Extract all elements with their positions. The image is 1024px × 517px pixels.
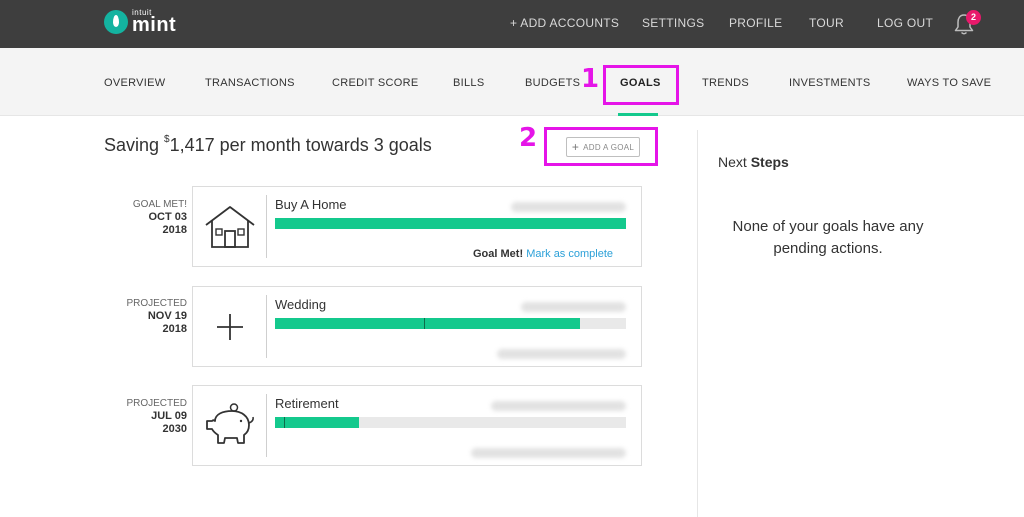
logo-text: intuit mint bbox=[132, 9, 177, 36]
next-steps-title: Next Steps bbox=[718, 154, 789, 170]
savings-summary: Saving $1,417 per month towards 3 goals bbox=[104, 134, 432, 156]
mint-logo[interactable]: intuit mint bbox=[104, 9, 176, 35]
goal-amount-blurred bbox=[521, 302, 626, 312]
active-tab-indicator bbox=[618, 113, 658, 116]
goal-card-wedding[interactable]: Wedding bbox=[192, 286, 642, 367]
goal-date-month-day: JUL 09 bbox=[151, 410, 187, 422]
goal-amount-blurred bbox=[491, 401, 626, 411]
goal-met-text: Goal Met! Mark as complete bbox=[473, 248, 613, 260]
tab-bills[interactable]: BILLS bbox=[453, 77, 484, 89]
goal-card-retirement[interactable]: Retirement bbox=[192, 385, 642, 466]
summary-currency: $ bbox=[164, 134, 170, 145]
main-nav: OVERVIEW TRANSACTIONS CREDIT SCORE BILLS… bbox=[0, 48, 1024, 116]
goal-date-year: 2018 bbox=[162, 224, 187, 236]
goal-date-month-day: OCT 03 bbox=[148, 211, 187, 223]
logo-mint: mint bbox=[132, 14, 177, 36]
goal-projection-blurred bbox=[497, 349, 626, 359]
settings-link[interactable]: SETTINGS bbox=[642, 16, 704, 30]
tab-overview[interactable]: OVERVIEW bbox=[104, 77, 166, 89]
goal-divider bbox=[266, 394, 267, 457]
goal-name: Wedding bbox=[275, 297, 327, 312]
goal-status-retirement: PROJECTED JUL 09 2030 bbox=[104, 397, 187, 436]
house-icon bbox=[193, 187, 267, 266]
tab-credit-score[interactable]: CREDIT SCORE bbox=[332, 77, 419, 89]
goal-progress-marker bbox=[424, 318, 426, 329]
goal-name: Retirement bbox=[275, 396, 339, 411]
goal-divider bbox=[266, 295, 267, 358]
annotation-number-2: 2 bbox=[519, 123, 538, 153]
no-pending-actions-message: None of your goals have any pending acti… bbox=[732, 218, 924, 257]
goal-status-label: GOAL MET! bbox=[132, 199, 187, 210]
goal-progress-bar bbox=[275, 318, 626, 329]
tab-budgets[interactable]: BUDGETS bbox=[525, 77, 580, 89]
goal-card-buy-a-home[interactable]: Buy A Home Goal Met! Mark as complete bbox=[192, 186, 642, 267]
add-goal-button[interactable]: + ADD A GOAL bbox=[566, 137, 640, 157]
goal-progress-fill bbox=[275, 218, 626, 229]
tab-ways-to-save[interactable]: WAYS TO SAVE bbox=[907, 77, 991, 89]
goal-date-year: 2030 bbox=[162, 423, 187, 435]
plus-icon: + bbox=[571, 140, 580, 154]
tour-link[interactable]: TOUR bbox=[809, 16, 844, 30]
notification-badge: 2 bbox=[966, 10, 981, 25]
mint-leaf-icon bbox=[104, 10, 128, 34]
profile-link[interactable]: PROFILE bbox=[729, 16, 782, 30]
goal-progress-bar bbox=[275, 218, 626, 229]
tab-trends[interactable]: TRENDS bbox=[702, 77, 749, 89]
goal-name: Buy A Home bbox=[275, 197, 347, 212]
goal-status-label: PROJECTED bbox=[126, 298, 187, 309]
mark-as-complete-link[interactable]: Mark as complete bbox=[526, 248, 613, 260]
goal-progress-marker bbox=[283, 417, 285, 428]
goal-met-label: Goal Met! bbox=[473, 248, 524, 260]
tab-transactions[interactable]: TRANSACTIONS bbox=[205, 77, 295, 89]
add-goal-label: ADD A GOAL bbox=[583, 142, 635, 152]
goal-status-wedding: PROJECTED NOV 19 2018 bbox=[104, 297, 187, 336]
panel-divider bbox=[697, 130, 698, 517]
top-bar: intuit mint + ADD ACCOUNTS SETTINGS PROF… bbox=[0, 0, 1024, 48]
log-out-link[interactable]: LOG OUT bbox=[877, 16, 933, 30]
add-accounts-link[interactable]: + ADD ACCOUNTS bbox=[510, 16, 619, 30]
annotation-number-1: 1 bbox=[581, 64, 600, 94]
tab-investments[interactable]: INVESTMENTS bbox=[789, 77, 871, 89]
goal-date-month-day: NOV 19 bbox=[147, 310, 187, 322]
goal-amount-blurred bbox=[511, 202, 626, 212]
plus-icon bbox=[193, 287, 267, 366]
next-steps-title-bold: Steps bbox=[750, 154, 789, 170]
summary-prefix: Saving bbox=[104, 135, 165, 155]
summary-suffix: goals bbox=[383, 135, 432, 155]
summary-middle: per month towards bbox=[214, 135, 374, 155]
annotation-box-goals bbox=[603, 65, 679, 105]
goal-progress-bar bbox=[275, 417, 626, 428]
goal-date-year: 2018 bbox=[162, 323, 187, 335]
goal-progress-fill bbox=[275, 318, 581, 329]
goal-status-buy-a-home: GOAL MET! OCT 03 2018 bbox=[104, 198, 187, 237]
goal-projection-blurred bbox=[471, 448, 626, 458]
next-steps-title-plain: Next bbox=[718, 154, 751, 170]
piggy-bank-icon bbox=[193, 386, 267, 465]
goal-divider bbox=[266, 195, 267, 258]
goal-status-label: PROJECTED bbox=[126, 398, 187, 409]
summary-amount: 1,417 bbox=[169, 135, 215, 155]
summary-count: 3 bbox=[373, 135, 384, 155]
goal-progress-fill bbox=[275, 417, 360, 428]
